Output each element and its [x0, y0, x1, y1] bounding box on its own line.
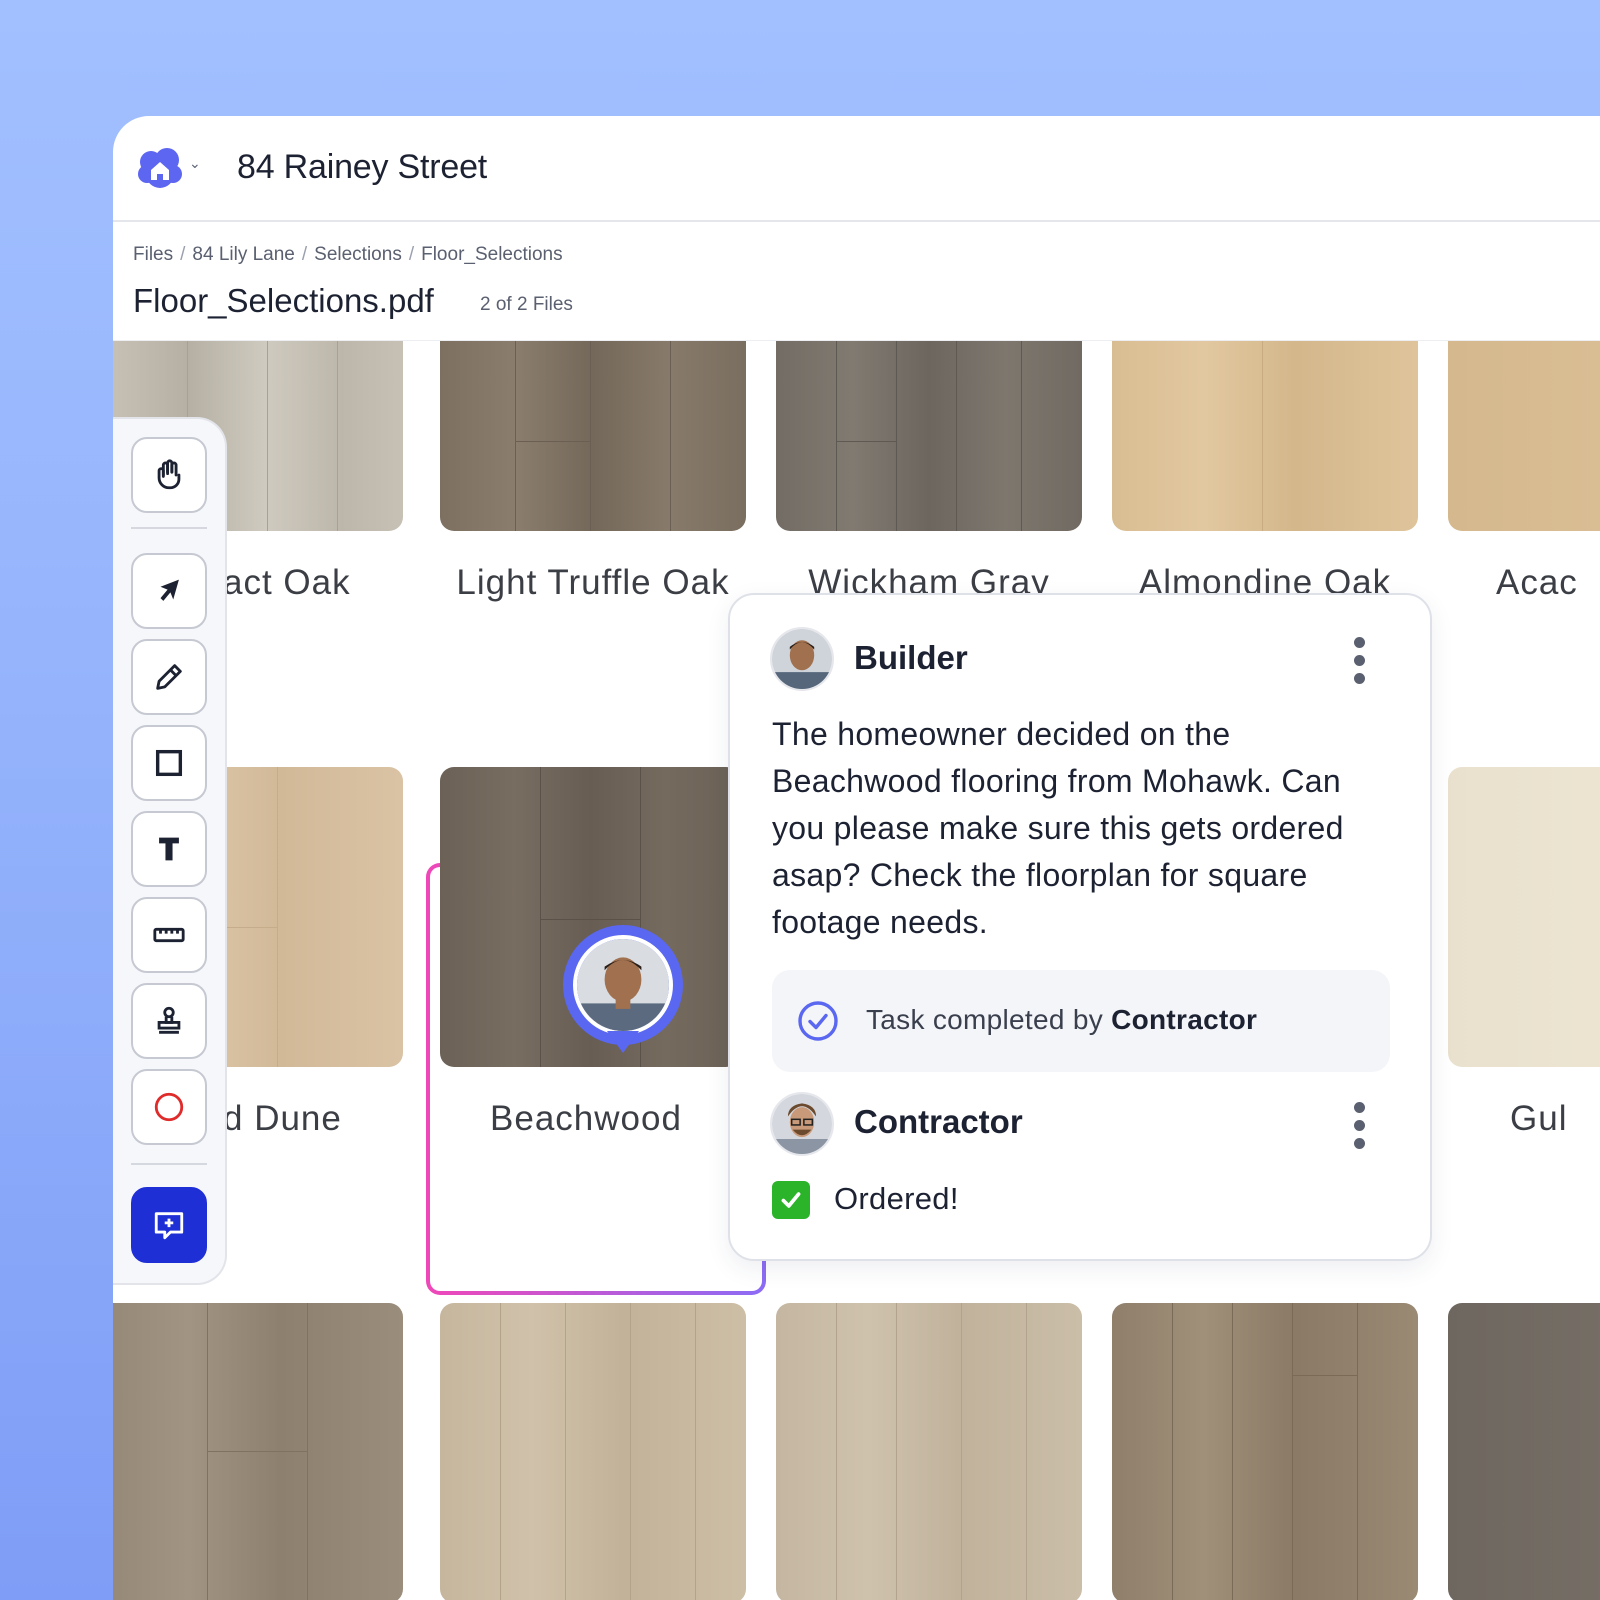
hand-tool-button[interactable]: [131, 437, 207, 513]
floor-swatch[interactable]: [776, 341, 1082, 531]
hand-icon: [157, 459, 181, 490]
floor-swatch[interactable]: [1448, 341, 1600, 531]
ruler-icon: [153, 927, 185, 943]
text-icon: [159, 837, 179, 861]
stamp-icon: [157, 1006, 181, 1034]
breadcrumb-item-selections[interactable]: Selections: [314, 244, 402, 266]
comment-body: The homeowner decided on the Beachwood f…: [772, 716, 1344, 940]
comment-pin-tail: [607, 1031, 639, 1053]
square-icon: [155, 749, 183, 777]
floor-label-beachwood: Beachwood: [490, 1099, 682, 1138]
floor-swatch[interactable]: [440, 341, 746, 531]
floor-swatch[interactable]: [1112, 341, 1418, 531]
project-title: 84 Rainey Street: [237, 148, 488, 186]
task-status-text: Task completed by Contractor: [866, 1004, 1258, 1035]
circle-icon: [154, 1092, 184, 1122]
comment-author: Builder: [854, 639, 968, 676]
avatar: [573, 935, 673, 1035]
toolbar-divider: [131, 1163, 207, 1165]
annotation-toolbar: [113, 417, 227, 1285]
floor-swatch[interactable]: [1448, 1303, 1600, 1600]
pencil-icon: [156, 664, 182, 690]
floor-swatch[interactable]: [1112, 1303, 1418, 1600]
avatar: [770, 1092, 834, 1156]
stamp-tool-button[interactable]: [131, 983, 207, 1059]
breadcrumb-item-files[interactable]: Files: [133, 244, 173, 266]
text-tool-button[interactable]: [131, 811, 207, 887]
floor-label: Acac: [1496, 563, 1578, 602]
breadcrumb: Files / 84 Lily Lane / Selections / Floo…: [133, 244, 563, 266]
reply-body: Ordered!: [834, 1181, 959, 1216]
home-logo-icon[interactable]: [137, 146, 183, 190]
measure-tool-button[interactable]: [131, 897, 207, 973]
rectangle-tool-button[interactable]: [131, 725, 207, 801]
breadcrumb-separator: /: [180, 244, 186, 265]
pencil-tool-button[interactable]: [131, 639, 207, 715]
checkmark-icon: [772, 1181, 810, 1219]
file-count: 2 of 2 Files: [480, 294, 573, 315]
avatar: [770, 627, 834, 691]
record-tool-button[interactable]: [131, 1069, 207, 1145]
floor-label: Gul: [1510, 1099, 1568, 1138]
check-circle-icon: [798, 1001, 838, 1041]
select-tool-button[interactable]: [131, 553, 207, 629]
add-comment-icon: [154, 1212, 184, 1240]
reply-author: Contractor: [854, 1103, 1023, 1140]
add-comment-button[interactable]: [131, 1187, 207, 1263]
chevron-down-icon[interactable]: ⌄: [189, 156, 201, 172]
floor-swatch[interactable]: [440, 1303, 746, 1600]
comment-pin[interactable]: [563, 925, 683, 1045]
file-title: Floor_Selections.pdf: [133, 282, 434, 319]
floor-label: Light Truffle Oak: [456, 563, 730, 602]
floor-swatch[interactable]: [113, 1303, 403, 1600]
breadcrumb-item-folder[interactable]: Floor_Selections: [421, 244, 563, 266]
floor-swatch[interactable]: [1448, 767, 1600, 1067]
breadcrumb-separator: /: [408, 244, 415, 265]
breadcrumb-item-project[interactable]: 84 Lily Lane: [192, 244, 294, 266]
more-options-icon[interactable]: [1353, 637, 1365, 684]
app-header: ⌄ 84 Rainey Street: [113, 116, 1600, 222]
toolbar-divider: [131, 527, 207, 529]
more-options-icon[interactable]: [1353, 1102, 1365, 1149]
task-status: Task completed by Contractor: [772, 970, 1390, 1072]
floor-swatch[interactable]: [776, 1303, 1082, 1600]
breadcrumb-separator: /: [301, 244, 308, 265]
arrow-icon: [160, 579, 179, 601]
comment-thread: Builder The homeowner decided on the Bea…: [728, 593, 1432, 1261]
